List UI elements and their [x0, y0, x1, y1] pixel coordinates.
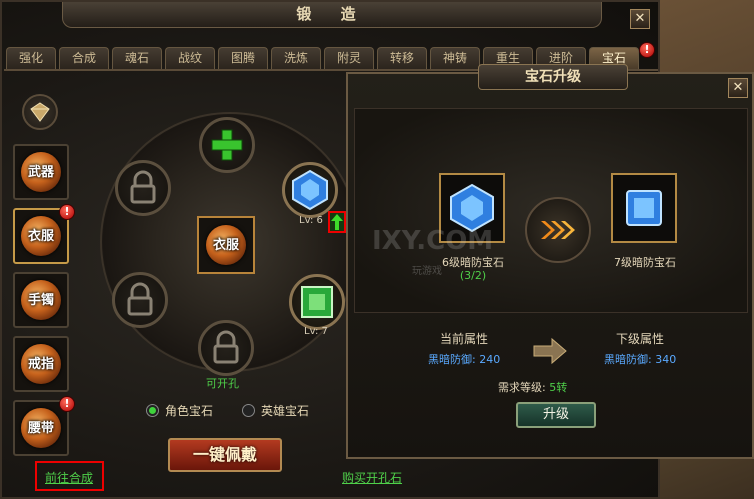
next-attr-value: 黑暗防御: 340	[604, 353, 677, 366]
upgrade-close-button[interactable]: ✕	[728, 78, 748, 98]
next-gem-name: 7级暗防宝石	[614, 256, 676, 269]
requirement-value: 5转	[549, 381, 568, 394]
blue-gem-icon	[626, 190, 662, 226]
upgrade-direction-icon	[525, 197, 591, 263]
upgrade-panel-title: 宝石升级	[478, 64, 628, 90]
next-gem-slot	[611, 173, 677, 243]
gem-upgrade-panel: 宝石升级 ✕ 6级暗防宝石 (3/2) 7级暗防宝石 当前属性 下级属性 黑暗防…	[346, 64, 754, 459]
upgrade-preview-area: 6级暗防宝石 (3/2) 7级暗防宝石	[354, 108, 748, 313]
arrow-right-icon	[533, 337, 567, 365]
watermark-subtext: 玩游戏	[412, 266, 442, 277]
next-attr-header: 下级属性	[616, 332, 665, 346]
upgrade-button[interactable]: 升级	[516, 402, 596, 428]
current-attr-header: 当前属性	[440, 332, 489, 346]
requirement-row: 需求等级: 5转	[498, 379, 567, 395]
requirement-label: 需求等级:	[498, 381, 546, 394]
current-attr-value: 黑暗防御: 240	[428, 353, 501, 366]
watermark-text: IXY.COM	[372, 226, 494, 256]
